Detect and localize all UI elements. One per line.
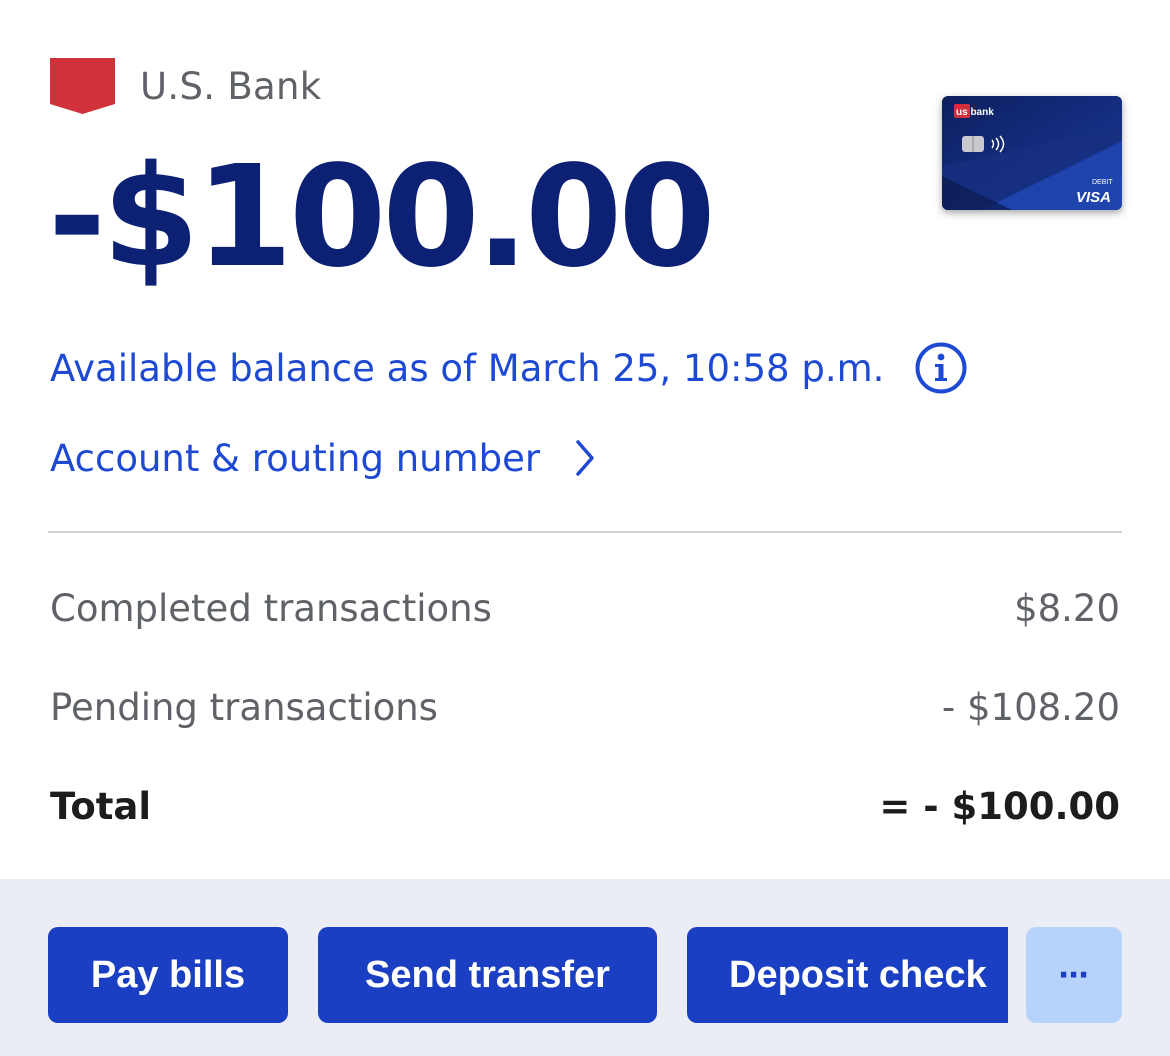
total-label: Total	[50, 784, 152, 828]
pending-transactions-label: Pending transactions	[50, 685, 438, 729]
more-icon: ⋯	[1058, 957, 1090, 993]
total-value: = - $100.00	[879, 784, 1120, 828]
account-routing-link[interactable]: Account & routing number	[50, 432, 600, 484]
deposit-check-button[interactable]: Deposit check	[687, 927, 1008, 1023]
debit-card-image[interactable]: us bank DEBIT VISA	[942, 96, 1122, 210]
more-actions-button[interactable]: ⋯	[1026, 927, 1122, 1023]
total-row: Total = - $100.00	[50, 781, 1120, 831]
completed-transactions-value: $8.20	[1014, 586, 1120, 630]
card-brand-text: us bank	[956, 107, 994, 118]
info-icon[interactable]	[914, 341, 968, 395]
completed-transactions-row: Completed transactions $8.20	[50, 583, 1120, 633]
bank-header: U.S. Bank	[50, 58, 322, 114]
card-debit-label: DEBIT	[1092, 179, 1113, 186]
available-balance-row[interactable]: Available balance as of March 25, 10:58 …	[50, 342, 968, 394]
pending-transactions-row: Pending transactions - $108.20	[50, 682, 1120, 732]
send-transfer-button[interactable]: Send transfer	[318, 927, 657, 1023]
account-routing-text: Account & routing number	[50, 436, 541, 480]
card-visa-label: VISA	[1076, 189, 1111, 206]
completed-transactions-label: Completed transactions	[50, 586, 492, 630]
pay-bills-button[interactable]: Pay bills	[48, 927, 288, 1023]
chevron-right-icon	[576, 440, 594, 476]
available-balance-text: Available balance as of March 25, 10:58 …	[50, 346, 885, 390]
divider	[48, 531, 1122, 533]
bank-flag-icon	[50, 58, 115, 114]
balance-amount: -$100.00	[48, 136, 716, 299]
bank-name: U.S. Bank	[140, 64, 322, 108]
pending-transactions-value: - $108.20	[941, 685, 1120, 729]
